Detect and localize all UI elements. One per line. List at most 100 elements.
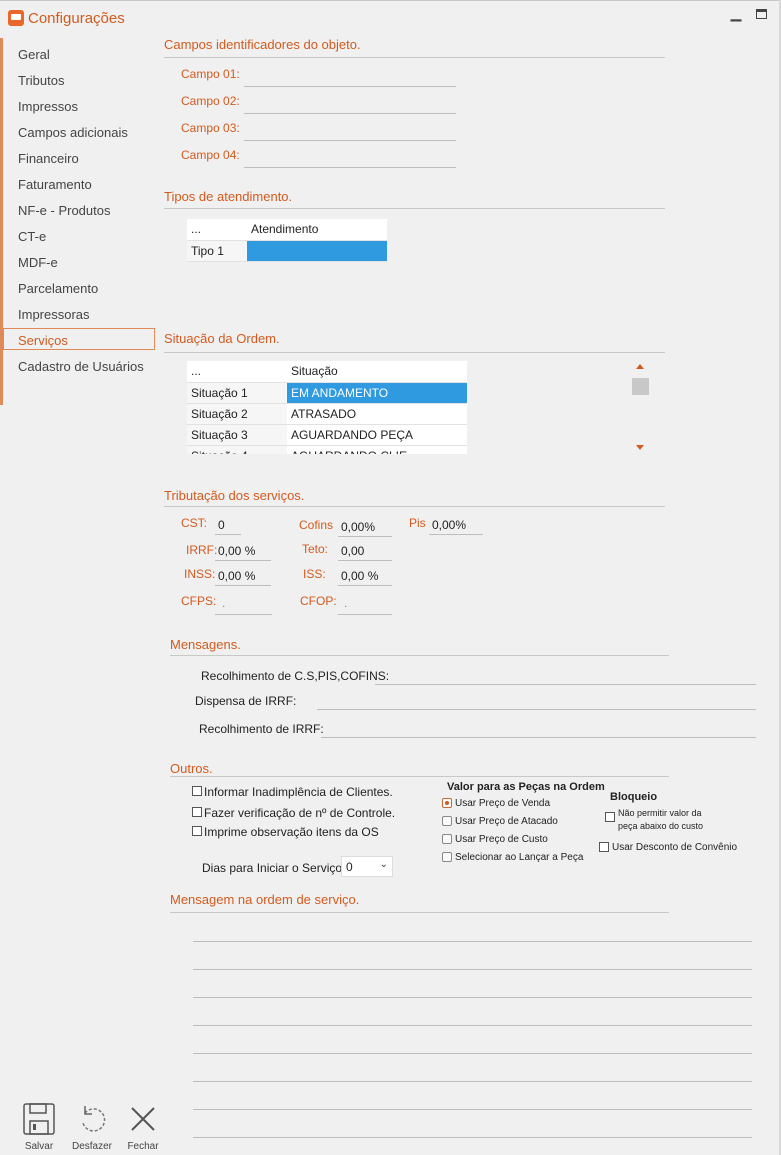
window-title: Configurações [28, 10, 125, 27]
cfop-input[interactable]: . [344, 596, 392, 610]
desconto-convenio-checkbox[interactable] [599, 842, 609, 852]
undo-button[interactable] [78, 1104, 106, 1134]
close-label: Fechar [127, 1141, 159, 1152]
bloqueio-label: Não permitir valor da peça abaixo do cus… [618, 807, 703, 833]
radio-preco-venda[interactable] [442, 798, 452, 808]
mensagens-divider [170, 655, 669, 656]
iss-input[interactable]: 0,00 % [341, 569, 391, 583]
app-icon [8, 10, 24, 26]
tipos-header-atendimento: Atendimento [247, 219, 387, 241]
sidebar-item-financeiro[interactable]: Financeiro [18, 151, 79, 166]
sidebar-item-parcelamento[interactable]: Parcelamento [18, 281, 98, 296]
dias-value: 0 [346, 860, 353, 874]
cst-label: CST: [181, 516, 208, 530]
cfps-underline [215, 614, 272, 615]
sidebar-item-impressoras[interactable]: Impressoras [18, 307, 90, 322]
situacao-header-row-col: ... [187, 361, 287, 383]
tipos-row-cell[interactable] [247, 240, 387, 262]
bloqueio-checkbox[interactable] [605, 812, 615, 822]
teto-input[interactable]: 0,00 [341, 544, 391, 558]
radio-preco-atacado[interactable] [442, 816, 452, 826]
cofins-underline [338, 536, 392, 537]
tipos-header-row-col: ... [187, 219, 247, 241]
situacao-row-cell[interactable]: AGUARDANDO PEÇA [287, 424, 467, 446]
irrf-underline [215, 560, 271, 561]
recolhimento-cs-label: Recolhimento de C.S,PIS,COFINS: [201, 669, 390, 683]
tributacao-section-title: Tributação dos serviços. [164, 488, 305, 503]
save-button[interactable] [22, 1102, 56, 1136]
scrollbar-thumb[interactable] [632, 378, 649, 395]
radio-preco-atacado-label: Usar Preço de Atacado [455, 816, 558, 827]
sidebar-item-geral[interactable]: Geral [18, 47, 50, 62]
dispensa-irrf-input[interactable] [320, 693, 756, 709]
dias-dropdown[interactable]: 0 ⌄ [341, 856, 393, 877]
textarea-line [193, 1025, 752, 1026]
pis-input[interactable]: 0,00% [432, 518, 482, 532]
sidebar-item-cte[interactable]: CT-e [18, 229, 46, 244]
inss-input[interactable]: 0,00 % [218, 569, 270, 583]
tipos-table: ... Atendimento Tipo 1 [187, 219, 387, 262]
campo-02-input[interactable] [246, 94, 456, 112]
scroll-down-arrow-icon[interactable] [636, 445, 644, 450]
radio-selecionar-lancar[interactable] [442, 852, 452, 862]
inadimplencia-label: Informar Inadimplência de Clientes. [204, 785, 393, 799]
cst-input[interactable]: 0 [218, 518, 240, 532]
outros-section-title: Outros. [170, 761, 213, 776]
mensagem-os-textarea[interactable] [193, 920, 752, 1150]
situacao-table: ... Situação Situação 1 EM ANDAMENTO Sit… [187, 361, 467, 454]
dias-label: Dias para Iniciar o Serviço: [202, 861, 346, 875]
recolhimento-cs-input[interactable] [378, 668, 756, 684]
bloqueio-label-line2: peça abaixo do custo [618, 821, 704, 831]
situacao-row-label: Situação 2 [187, 403, 287, 425]
mensagem-os-section-title: Mensagem na ordem de serviço. [170, 892, 360, 907]
radio-preco-custo[interactable] [442, 834, 452, 844]
iss-label: ISS: [303, 567, 326, 581]
cfps-label: CFPS: [181, 594, 217, 608]
undo-label: Desfazer [71, 1141, 112, 1152]
campo-03-label: Campo 03: [181, 121, 240, 135]
campo-01-underline [244, 86, 456, 87]
cofins-label: Cofins [299, 518, 334, 532]
campo-03-input[interactable] [246, 121, 456, 139]
sidebar-item-servicos[interactable]: Serviços [18, 333, 68, 348]
tipos-divider [164, 208, 665, 209]
campo-04-underline [244, 167, 456, 168]
verificacao-controle-checkbox[interactable] [192, 807, 202, 817]
teto-underline [338, 560, 392, 561]
situacao-row-label: Situação 4 [187, 445, 287, 454]
irrf-input[interactable]: 0,00 % [218, 544, 270, 558]
recolhimento-irrf-input[interactable] [324, 721, 756, 737]
campos-section-title: Campos identificadores do objeto. [164, 37, 361, 52]
cfps-input[interactable]: . [222, 596, 272, 610]
radio-preco-custo-label: Usar Preço de Custo [455, 834, 548, 845]
campo-04-input[interactable] [246, 148, 456, 166]
campo-01-input[interactable] [246, 67, 456, 85]
cofins-input[interactable]: 0,00% [341, 520, 391, 534]
situacao-row-cell[interactable]: AGUARDANDO CLIE [287, 445, 467, 454]
sidebar-item-nfe-produtos[interactable]: NF-e - Produtos [18, 203, 110, 218]
scroll-up-arrow-icon[interactable] [636, 364, 644, 369]
maximize-icon[interactable] [756, 9, 767, 19]
situacao-row-cell[interactable]: EM ANDAMENTO [287, 382, 467, 404]
textarea-line [193, 941, 752, 942]
situacao-row-cell[interactable]: ATRASADO [287, 403, 467, 425]
inadimplencia-checkbox[interactable] [192, 786, 202, 796]
inss-underline [215, 585, 271, 586]
tributacao-divider [164, 506, 665, 507]
sidebar-item-campos-adicionais[interactable]: Campos adicionais [18, 125, 128, 140]
sidebar-item-impressos[interactable]: Impressos [18, 99, 78, 114]
radio-preco-venda-label: Usar Preço de Venda [455, 798, 551, 809]
bloqueio-title: Bloqueio [610, 791, 658, 803]
dispensa-irrf-underline [317, 709, 756, 710]
imprime-observacao-checkbox[interactable] [192, 826, 202, 836]
sidebar-item-faturamento[interactable]: Faturamento [18, 177, 92, 192]
sidebar-item-cadastro-usuarios[interactable]: Cadastro de Usuários [18, 359, 144, 374]
minimize-icon[interactable]: ▁ [728, 5, 744, 23]
sidebar-item-tributos[interactable]: Tributos [18, 73, 64, 88]
close-button[interactable] [130, 1106, 156, 1132]
sidebar-item-mdfe[interactable]: MDF-e [18, 255, 58, 270]
iss-underline [338, 585, 392, 586]
cfop-underline [338, 614, 392, 615]
campo-04-label: Campo 04: [181, 148, 240, 162]
mensagens-section-title: Mensagens. [170, 637, 241, 652]
